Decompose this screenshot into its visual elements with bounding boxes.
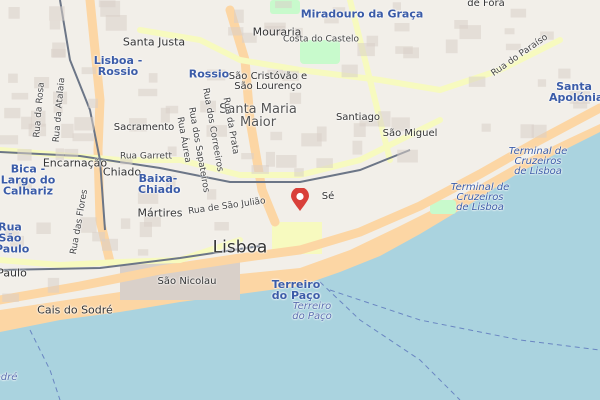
building-block [0,135,19,145]
building-block [102,238,118,251]
label-lisboa: Lisboa [212,237,268,258]
label-martires: Mártires [137,206,183,220]
label-santa-justa: Santa Justa [122,35,186,49]
map-pin-icon [291,188,309,211]
building-block [47,277,60,293]
building-block [214,222,229,231]
building-block [11,92,29,100]
building-block [88,98,98,108]
label-odre: odré [0,372,18,383]
building-block [294,168,304,177]
building-block [17,149,32,161]
building-block [316,158,333,168]
building-block [520,124,534,139]
building-block [21,116,32,130]
label-terminal-cruzeiros-1: Terminal de Cruzeiros de Lisboa [508,146,568,177]
building-block [74,117,94,131]
label-costa-castelo: Costa do Castelo [282,34,360,45]
building-block [251,165,269,174]
building-block [301,133,322,147]
label-lisboa-rossio: Lisboa - Rossio [93,54,143,78]
label-baixa-chiado: Baixa-Chiado [138,172,181,196]
location-marker[interactable] [290,188,310,212]
building-block [394,23,410,32]
map-view[interactable]: Miradouro da Graça de Fora Santa Justa L… [0,0,600,400]
label-sao-miguel: São Miguel [382,128,438,139]
building-block [276,155,297,168]
label-santa-apolonia: Santa Apolónia [549,80,600,104]
label-sao-cristovao: São Cristóvão e São Lourenço [228,71,308,92]
building-block [459,25,481,40]
building-block [537,79,547,87]
building-block [504,28,515,35]
label-cais-sodre: Cais do Sodré [37,303,113,317]
building-block [270,131,283,141]
label-terreiro-paco-station: Terreiro do Paço [271,278,321,302]
label-fora: de Fora [467,0,505,9]
building-block [228,27,244,36]
building-block [395,46,413,54]
building-block [241,153,254,160]
label-chiado: Chiado [102,165,142,179]
building-block [468,76,486,87]
label-se: Sé [321,191,335,202]
label-miradouro: Miradouro da Graça [300,7,424,21]
building-block [352,140,363,155]
building-block [234,9,244,23]
building-block [105,15,127,31]
building-block [49,20,61,30]
building-block [378,111,391,127]
building-block [4,107,21,119]
label-rua-garrett: Rua Garrett [119,151,173,162]
building-block [341,64,358,78]
label-terreiro-paco-water: Terreiro do Paço [292,301,332,322]
building-block [265,151,275,167]
label-santiago: Santiago [335,112,381,123]
building-block [165,105,179,114]
building-block [8,7,20,19]
building-block [138,88,158,97]
building-block [445,39,458,54]
label-sacramento: Sacramento [113,122,175,133]
building-block [120,218,131,229]
label-bica: Bica - Largo do Calhariz [0,162,56,198]
building-block [366,35,379,47]
building-block [8,73,18,83]
building-block [36,222,51,234]
label-sao-nicolau: São Nicolau [157,276,217,287]
building-block [510,8,527,18]
building-block [52,42,66,58]
label-paulo: Paulo [0,266,27,280]
building-block [49,6,65,21]
building-block [137,249,149,256]
building-block [397,149,418,163]
label-rossio: Rossio [188,67,230,81]
building-block [558,68,571,79]
building-block [100,0,121,17]
label-terminal-cruzeiros-2: Terminal de Cruzeiros de Lisboa [450,182,510,213]
building-block [275,1,292,9]
label-rua-sao-paulo: Rua São Paulo [0,220,30,256]
building-block [72,133,94,142]
building-block [2,293,19,302]
building-block [148,73,158,83]
building-block [481,123,491,132]
